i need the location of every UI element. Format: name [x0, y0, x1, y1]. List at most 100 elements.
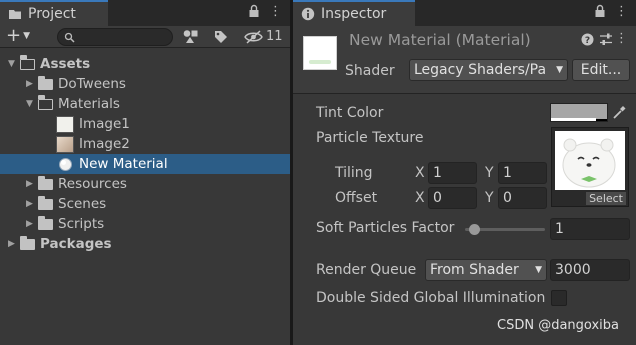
tree-item-resources[interactable]: ▶ Resources	[0, 174, 290, 194]
search-field[interactable]	[57, 28, 173, 46]
preset-sliders-icon[interactable]	[599, 33, 613, 50]
tiling-x-input[interactable]: 1	[428, 162, 477, 184]
folder-icon	[38, 195, 53, 210]
tab-inspector-label: Inspector	[321, 6, 387, 22]
chevron-down-icon: ▼	[535, 265, 542, 275]
help-icon[interactable]: ?	[581, 33, 594, 50]
double-sided-gi-checkbox[interactable]	[551, 290, 567, 306]
tree-item-materials[interactable]: ▼ Materials	[0, 94, 290, 114]
texture-select-button[interactable]: Select	[586, 192, 626, 205]
hidden-count: 11	[266, 29, 283, 44]
tree-item-packages[interactable]: ▶ Packages	[0, 234, 290, 254]
material-sphere-icon	[58, 157, 73, 172]
tree-item-label: Scripts	[58, 216, 105, 232]
tree-item-label: Materials	[58, 96, 120, 112]
tree-item-label: Image2	[79, 136, 130, 152]
project-tab-bar: Project ⋮	[0, 0, 290, 26]
material-header: New Material (Material) ? ⋮ Shader Legac…	[293, 26, 636, 94]
inspector-tab-bar: Inspector ⋮	[293, 0, 636, 26]
tree-item-label: Packages	[40, 236, 112, 252]
tree-item-image2[interactable]: Image2	[0, 134, 290, 154]
tree-item-assets[interactable]: ▼ Assets	[0, 54, 290, 74]
tab-inspector[interactable]: Inspector	[293, 0, 415, 26]
offset-x-input[interactable]: 0	[428, 187, 477, 209]
tree-item-scripts[interactable]: ▶ Scripts	[0, 214, 290, 234]
tree-item-label: New Material	[79, 156, 168, 172]
collapse-arrow-icon[interactable]: ▶	[8, 239, 18, 249]
double-sided-gi-label: Double Sided Global Illumination	[316, 290, 546, 306]
more-menu-icon[interactable]: ⋮	[615, 4, 628, 22]
image-thumbnail	[56, 135, 74, 153]
folder-icon	[38, 215, 53, 230]
tint-color-field[interactable]	[550, 103, 608, 122]
particle-texture-label: Particle Texture	[316, 130, 424, 146]
tab-project[interactable]: Project	[0, 0, 108, 26]
expand-arrow-icon[interactable]: ▼	[8, 59, 18, 69]
tree-item-label: Resources	[58, 176, 127, 192]
project-toolbar: + ▼ 11	[0, 26, 290, 48]
create-button[interactable]: + ▼	[6, 27, 30, 45]
collapse-arrow-icon[interactable]: ▶	[26, 199, 36, 209]
collapse-arrow-icon[interactable]: ▶	[26, 219, 36, 229]
folder-icon	[20, 235, 35, 250]
material-preview	[303, 36, 337, 70]
tree-item-dotweens[interactable]: ▶ DoTweens	[0, 74, 290, 94]
texture-slot[interactable]: Select	[551, 127, 629, 207]
tree-item-new-material[interactable]: New Material	[0, 154, 290, 174]
hidden-packages-toggle[interactable]: 11	[244, 29, 283, 44]
shader-dropdown[interactable]: Legacy Shaders/Pa ▼	[409, 59, 568, 81]
filter-by-type-icon[interactable]	[182, 29, 199, 48]
search-input[interactable]	[76, 30, 168, 44]
eye-slash-icon	[244, 29, 263, 44]
render-queue-input[interactable]: 3000	[550, 259, 630, 281]
shader-label: Shader	[345, 63, 395, 79]
slider-thumb[interactable]	[469, 224, 481, 235]
eyedropper-icon[interactable]	[612, 105, 626, 124]
more-menu-icon[interactable]: ⋮	[269, 4, 282, 22]
edit-shader-label: Edit...	[580, 62, 622, 78]
soft-particles-input[interactable]: 1	[550, 218, 630, 240]
tiling-y-label: Y	[485, 165, 494, 181]
tint-color-swatch	[551, 104, 607, 119]
tree-item-scenes[interactable]: ▶ Scenes	[0, 194, 290, 214]
inspector-title: New Material (Material)	[349, 31, 531, 49]
component-menu-icon[interactable]: ⋮	[615, 31, 628, 46]
tree-item-label: Scenes	[58, 196, 107, 212]
svg-text:?: ?	[585, 36, 590, 46]
tree-item-label: Image1	[79, 116, 130, 132]
chevron-down-icon: ▼	[556, 65, 563, 75]
tint-color-label: Tint Color	[316, 105, 384, 121]
tiling-y-input[interactable]: 1	[498, 162, 547, 184]
offset-y-input[interactable]: 0	[498, 187, 547, 209]
folder-icon	[38, 75, 53, 90]
lock-icon[interactable]	[248, 4, 260, 22]
chevron-down-icon: ▼	[23, 31, 31, 41]
project-panel: Project ⋮ + ▼ 11 ▼ Assets ▶ DoTweens ▼ M…	[0, 0, 290, 345]
tiling-label: Tiling	[335, 165, 373, 181]
render-queue-dropdown[interactable]: From Shader ▼	[425, 259, 547, 281]
render-queue-mode: From Shader	[430, 262, 519, 278]
folder-open-icon	[19, 55, 35, 70]
bear-texture-image	[562, 138, 616, 188]
collapse-arrow-icon[interactable]: ▶	[26, 179, 36, 189]
offset-y-label: Y	[485, 190, 494, 206]
tree-item-label: DoTweens	[58, 76, 126, 92]
soft-particles-label: Soft Particles Factor	[316, 220, 455, 236]
render-queue-label: Render Queue	[316, 262, 417, 278]
filter-by-label-icon[interactable]	[213, 29, 228, 48]
collapse-arrow-icon[interactable]: ▶	[26, 79, 36, 89]
offset-x-label: X	[415, 190, 425, 206]
soft-particles-slider[interactable]	[465, 224, 545, 235]
expand-arrow-icon[interactable]: ▼	[26, 99, 36, 109]
lock-icon[interactable]	[594, 4, 606, 22]
texture-thumbnail	[555, 131, 625, 190]
shader-value: Legacy Shaders/Pa	[414, 62, 547, 78]
tree-item-label: Assets	[40, 56, 91, 72]
folder-icon	[8, 8, 22, 20]
tab-project-label: Project	[28, 6, 76, 22]
inspector-panel: Inspector ⋮ New Material (Material) ? ⋮ …	[293, 0, 636, 345]
folder-open-icon	[37, 95, 53, 110]
info-icon	[301, 7, 315, 21]
edit-shader-button[interactable]: Edit...	[572, 59, 630, 81]
tree-item-image1[interactable]: Image1	[0, 114, 290, 134]
